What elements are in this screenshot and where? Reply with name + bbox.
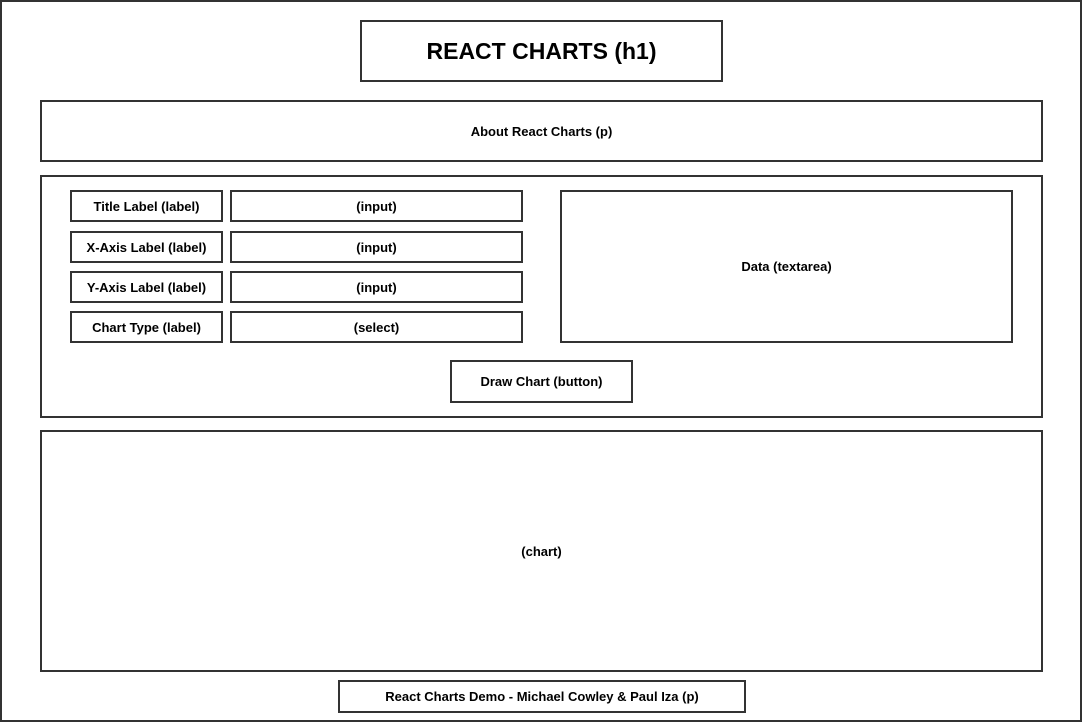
title-input[interactable]: (input) <box>230 190 523 222</box>
page-title: REACT CHARTS (h1) <box>360 20 723 82</box>
draw-chart-button[interactable]: Draw Chart (button) <box>450 360 633 403</box>
about-paragraph: About React Charts (p) <box>40 100 1043 162</box>
footer-paragraph: React Charts Demo - Michael Cowley & Pau… <box>338 680 746 713</box>
xaxis-input[interactable]: (input) <box>230 231 523 263</box>
xaxis-label: X-Axis Label (label) <box>70 231 223 263</box>
chart-area: (chart) <box>40 430 1043 672</box>
data-textarea[interactable]: Data (textarea) <box>560 190 1013 343</box>
charttype-select[interactable]: (select) <box>230 311 523 343</box>
title-label: Title Label (label) <box>70 190 223 222</box>
yaxis-label: Y-Axis Label (label) <box>70 271 223 303</box>
yaxis-input[interactable]: (input) <box>230 271 523 303</box>
charttype-label: Chart Type (label) <box>70 311 223 343</box>
